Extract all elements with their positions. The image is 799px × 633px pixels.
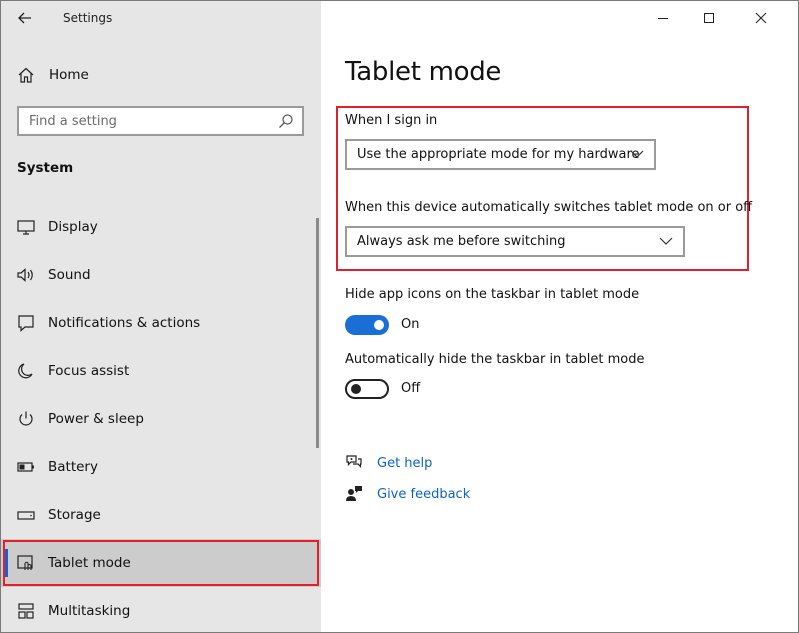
minimize-icon [658, 18, 668, 19]
give-feedback-label: Give feedback [377, 487, 471, 502]
sidebar-item-focus-assist[interactable]: Focus assist [1, 347, 321, 395]
chevron-down-icon [659, 237, 673, 245]
hide-icons-state: On [401, 317, 420, 332]
search-box[interactable] [17, 106, 304, 136]
close-button[interactable] [738, 1, 784, 35]
toggle-knob [374, 320, 384, 330]
sidebar-item-label: Storage [48, 507, 101, 523]
sidebar-nav: Display Sound Notifications & actions Fo… [1, 203, 321, 632]
sidebar-item-label: Battery [48, 459, 98, 475]
storage-icon [17, 511, 35, 520]
switch-dropdown[interactable]: Always ask me before switching [345, 226, 685, 257]
sidebar-item-home[interactable]: Home [1, 59, 321, 91]
sidebar-item-notifications[interactable]: Notifications & actions [1, 299, 321, 347]
app-title: Settings [63, 11, 113, 25]
page-title: Tablet mode [345, 57, 502, 87]
multitasking-icon [18, 603, 34, 619]
hide-taskbar-state: Off [401, 381, 421, 396]
chevron-down-icon [630, 150, 644, 158]
get-help-icon [346, 455, 362, 468]
sidebar-item-label: Multitasking [48, 603, 131, 619]
home-label: Home [49, 67, 89, 83]
battery-icon [17, 462, 34, 472]
maximize-button[interactable] [686, 1, 732, 35]
search-icon[interactable] [278, 113, 294, 129]
sidebar-item-tablet-mode[interactable]: Tablet mode [1, 539, 321, 587]
sidebar-item-battery[interactable]: Battery [1, 443, 321, 491]
sidebar-item-label: Power & sleep [48, 411, 144, 427]
moon-icon [18, 363, 33, 379]
sidebar: Settings Home System Display [1, 1, 321, 632]
sidebar-item-sound[interactable]: Sound [1, 251, 321, 299]
get-help-label: Get help [377, 456, 433, 471]
sign-in-label: When I sign in [345, 113, 438, 128]
title-bar: Settings [1, 1, 321, 35]
hide-icons-toggle[interactable] [345, 315, 389, 335]
notifications-icon [18, 315, 34, 332]
speaker-icon [17, 268, 33, 282]
sign-in-value: Use the appropriate mode for my hardware [357, 147, 640, 162]
back-button[interactable] [13, 7, 37, 29]
hide-taskbar-label: Automatically hide the taskbar in tablet… [345, 352, 645, 367]
power-icon [19, 411, 33, 426]
sidebar-item-label: Sound [48, 267, 91, 283]
search-input[interactable] [19, 108, 274, 134]
section-title: System [17, 160, 74, 176]
feedback-icon [346, 486, 362, 501]
main-content: Tablet mode When I sign in Use the appro… [321, 1, 798, 632]
minimize-button[interactable] [640, 1, 686, 35]
sidebar-item-storage[interactable]: Storage [1, 491, 321, 539]
close-icon [755, 12, 767, 24]
settings-window: Settings Home System Display [0, 0, 799, 633]
sidebar-item-label: Notifications & actions [48, 315, 201, 331]
tablet-mode-icon [17, 555, 33, 570]
hide-taskbar-toggle[interactable] [345, 379, 389, 399]
hide-icons-label: Hide app icons on the taskbar in tablet … [345, 287, 640, 302]
back-arrow-icon [18, 12, 31, 24]
sidebar-scrollbar[interactable] [316, 218, 319, 448]
monitor-icon [17, 220, 35, 235]
toggle-knob [351, 384, 361, 394]
sidebar-item-multitasking[interactable]: Multitasking [1, 587, 321, 632]
sidebar-item-label: Display [48, 219, 98, 235]
sign-in-dropdown[interactable]: Use the appropriate mode for my hardware [345, 139, 656, 170]
maximize-icon [704, 13, 714, 23]
sidebar-item-power-sleep[interactable]: Power & sleep [1, 395, 321, 443]
caption-buttons [640, 1, 798, 35]
home-icon [18, 67, 34, 83]
sidebar-item-label: Tablet mode [48, 555, 131, 571]
switch-label: When this device automatically switches … [345, 200, 753, 215]
switch-value: Always ask me before switching [357, 234, 566, 249]
sidebar-item-label: Focus assist [48, 363, 130, 379]
sidebar-item-display[interactable]: Display [1, 203, 321, 251]
